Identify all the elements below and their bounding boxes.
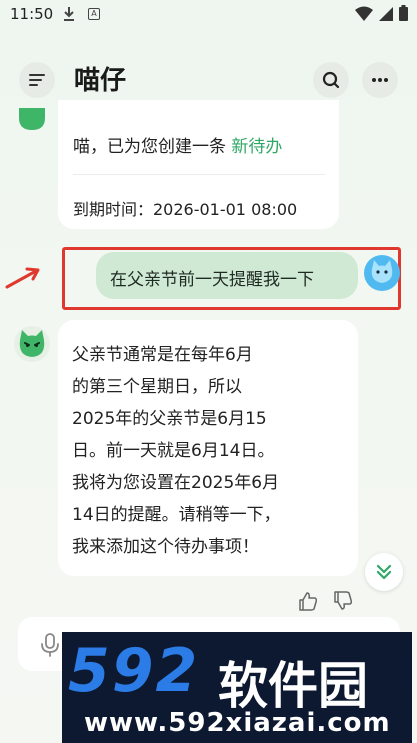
reply-line: 日。前一天就是6月14日。: [72, 441, 275, 461]
reply-line: 14日的提醒。请稍等一下，: [72, 505, 281, 525]
user-message-text: 在父亲节前一天提醒我一下: [110, 270, 314, 290]
divider: [73, 174, 325, 175]
cat-avatar-icon: [19, 330, 45, 357]
user-message: 在父亲节前一天提醒我一下: [96, 252, 358, 299]
reply-line: 我将为您设置在2025年6月: [72, 473, 280, 493]
thumbs-down-icon[interactable]: [332, 590, 354, 612]
cat-avatar-icon: [371, 260, 393, 283]
new-todo-link[interactable]: 新待办: [231, 137, 282, 157]
bot-message-reply: 父亲节通常是在每年6月 的第三个星期日，所以 2025年的父亲节是6月15 日。…: [58, 320, 358, 576]
app-header: 喵仔: [0, 54, 417, 104]
more-options-button[interactable]: [362, 62, 398, 98]
menu-button[interactable]: [19, 62, 55, 98]
signal-icon: [379, 7, 393, 21]
bot-avatar[interactable]: [14, 326, 50, 362]
status-time: 11:50: [10, 5, 54, 23]
wifi-icon: [355, 6, 373, 21]
confirm-text: 喵，已为您创建一条 新待办: [73, 132, 282, 157]
reply-line: 我来添加这个待办事项！: [72, 537, 259, 557]
site-watermark: 592 软件园 www.592xiazai.com: [62, 632, 412, 743]
reply-line: 的第三个星期日，所以: [72, 377, 242, 397]
watermark-logo: 592: [68, 636, 200, 706]
bot-avatar: [19, 108, 45, 130]
thumbs-up-icon[interactable]: [297, 590, 319, 612]
due-time: 到期时间：2026-01-01 08:00: [73, 200, 298, 219]
download-icon: [64, 7, 74, 21]
search-button[interactable]: [313, 62, 349, 98]
more-icon: [372, 78, 388, 82]
a-badge-icon: A: [88, 8, 100, 20]
status-bar: 11:50 A: [0, 0, 417, 30]
bot-message-confirm: 喵，已为您创建一条 新待办 到期时间：2026-01-01 08:00: [58, 100, 339, 229]
reply-line: 2025年的父亲节是6月15: [72, 409, 267, 429]
confirm-message: 喵，已为您创建一条: [73, 137, 232, 157]
watermark-url: www.592xiazai.com: [84, 708, 391, 738]
reply-line: 父亲节通常是在每年6月: [72, 345, 253, 365]
user-avatar[interactable]: [364, 255, 400, 291]
battery-icon: [399, 5, 408, 21]
search-icon: [322, 71, 340, 89]
annotation-arrow-icon: [5, 267, 40, 289]
page-title: 喵仔: [74, 66, 127, 96]
microphone-icon[interactable]: [40, 632, 60, 658]
double-chevron-down-icon: [376, 564, 392, 580]
scroll-down-button[interactable]: [365, 553, 403, 591]
menu-icon: [29, 74, 45, 86]
